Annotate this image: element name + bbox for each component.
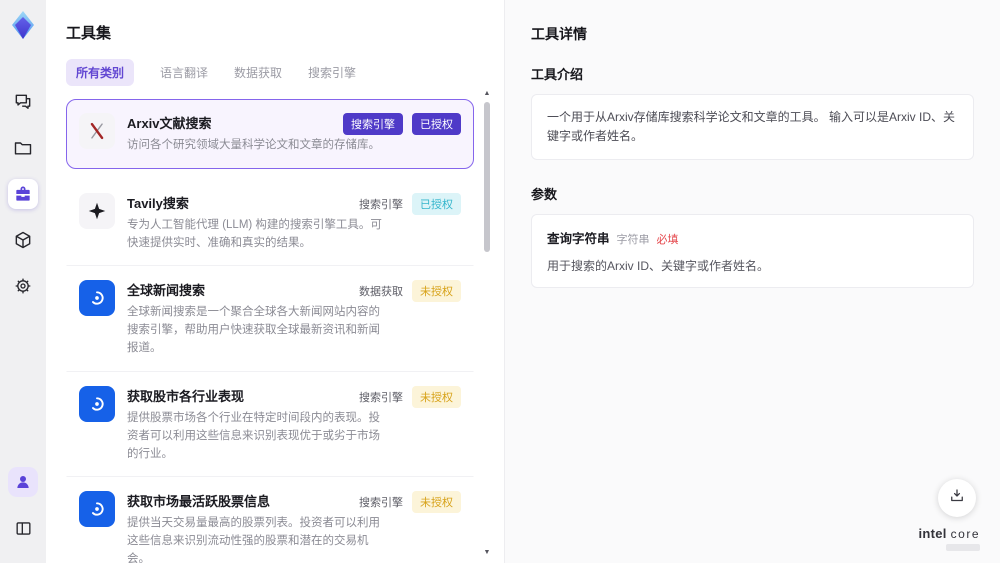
download-icon xyxy=(948,487,966,510)
category-badge: 搜索引擎 xyxy=(359,497,403,510)
tool-detail-panel: 工具详情 工具介绍 一个用于从Arxiv存储库搜索科学论文和文章的工具。 输入可… xyxy=(504,0,1000,563)
detail-title: 工具详情 xyxy=(531,26,587,42)
tool-card-sector-performance[interactable]: 获取股市各行业表现 提供股票市场各个行业在特定时间段内的表现。投资者可以利用这些… xyxy=(66,371,474,478)
intel-core-logo: intel core xyxy=(918,526,980,551)
panel-toggle-icon xyxy=(14,519,33,538)
chat-icon xyxy=(13,92,33,112)
logo-sub-bar xyxy=(946,544,980,551)
download-button[interactable] xyxy=(938,479,976,517)
tool-intro-box: 一个用于从Arxiv存储库搜索科学论文和文章的工具。 输入可以是Arxiv ID… xyxy=(531,94,974,161)
category-badge: 搜索引擎 xyxy=(359,391,403,404)
scroll-down-icon[interactable]: ▼ xyxy=(482,547,492,557)
sidebar-item-files[interactable] xyxy=(8,133,38,163)
tab-search-engine[interactable]: 搜索引擎 xyxy=(308,59,356,86)
tab-all-categories[interactable]: 所有类别 xyxy=(66,59,135,86)
category-badge: 数据获取 xyxy=(359,286,403,299)
tool-list-panel: 工具集 所有类别 语言翻译 数据获取 搜索引擎 Arxiv文献搜索 访问各个研究… xyxy=(46,0,504,563)
category-tabs: 所有类别 语言翻译 数据获取 搜索引擎 xyxy=(66,59,504,86)
tool-card-most-active-stocks[interactable]: 获取市场最活跃股票信息 提供当天交易量最高的股票列表。投资者可以利用这些信息来识… xyxy=(66,477,474,563)
app-window: 工具集 所有类别 语言翻译 数据获取 搜索引擎 Arxiv文献搜索 访问各个研究… xyxy=(0,0,1000,563)
tool-card-list: Arxiv文献搜索 访问各个研究领域大量科学论文和文章的存储库。 搜索引擎 已授… xyxy=(66,99,504,563)
tool-card-arxiv[interactable]: Arxiv文献搜索 访问各个研究领域大量科学论文和文章的存储库。 搜索引擎 已授… xyxy=(66,99,474,169)
sidebar-bottom-group xyxy=(8,459,38,551)
sidebar-item-settings[interactable] xyxy=(8,271,38,301)
intel-logo-text: intel xyxy=(918,526,947,541)
param-box: 查询字符串 字符串 必填 用于搜索的Arxiv ID、关键字或作者姓名。 xyxy=(531,214,974,289)
left-sidebar xyxy=(0,0,46,563)
user-icon xyxy=(14,473,32,491)
toolbox-icon xyxy=(13,184,33,204)
core-logo-text: core xyxy=(950,527,980,541)
category-badge: 搜索引擎 xyxy=(359,198,403,211)
tool-card-tavily[interactable]: Tavily搜索 专为人工智能代理 (LLM) 构建的搜索引擎工具。可快速提供实… xyxy=(66,178,474,267)
scroll-up-icon[interactable]: ▲ xyxy=(482,88,492,98)
category-badge: 搜索引擎 xyxy=(343,113,403,135)
gear-icon xyxy=(13,276,33,296)
auth-status-badge: 已授权 xyxy=(412,192,461,215)
tool-description: 提供股票市场各个行业在特定时间段内的表现。投资者可以利用这些信息来识别表现优于或… xyxy=(127,411,380,460)
list-scrollbar[interactable]: ▲ ▼ xyxy=(482,90,492,557)
param-name: 查询字符串 xyxy=(547,232,610,247)
auth-status-badge: 已授权 xyxy=(412,113,461,135)
tab-data-fetch[interactable]: 数据获取 xyxy=(234,59,282,86)
auth-status-badge: 未授权 xyxy=(412,385,461,408)
news-logo-icon xyxy=(79,280,115,317)
param-type: 字符串 xyxy=(616,234,650,247)
auth-status-badge: 未授权 xyxy=(412,280,461,303)
tab-translation[interactable]: 语言翻译 xyxy=(160,59,208,86)
param-description: 用于搜索的Arxiv ID、关键字或作者姓名。 xyxy=(547,259,770,274)
sidebar-item-tools[interactable] xyxy=(8,179,38,209)
sidebar-item-account[interactable] xyxy=(8,467,38,497)
auth-status-badge: 未授权 xyxy=(412,491,461,514)
sidebar-item-collapse[interactable] xyxy=(8,513,38,543)
sidebar-item-chat[interactable] xyxy=(8,87,38,117)
stock-logo-icon xyxy=(79,491,115,528)
sidebar-item-plugins[interactable] xyxy=(8,225,38,255)
tool-description: 访问各个研究领域大量科学论文和文章的存储库。 xyxy=(127,139,380,151)
cube-icon xyxy=(13,230,33,250)
tool-description: 专为人工智能代理 (LLM) 构建的搜索引擎工具。可快速提供实时、准确和真实的结… xyxy=(127,218,382,249)
param-required-flag: 必填 xyxy=(656,234,679,247)
scrollbar-thumb[interactable] xyxy=(484,102,490,252)
page-title: 工具集 xyxy=(66,25,112,42)
tool-description: 提供当天交易量最高的股票列表。投资者可以利用这些信息来识别流动性强的股票和潜在的… xyxy=(127,517,380,563)
tavily-star-icon xyxy=(79,192,115,229)
tool-card-global-news[interactable]: 全球新闻搜索 全球新闻搜索是一个聚合全球各大新闻网站内容的搜索引擎，帮助用户快速… xyxy=(66,266,474,372)
folder-icon xyxy=(13,138,33,158)
arxiv-logo-icon xyxy=(79,113,115,149)
stock-logo-icon xyxy=(79,385,115,422)
app-logo-icon xyxy=(7,9,39,41)
tool-description: 全球新闻搜索是一个聚合全球各大新闻网站内容的搜索引擎，帮助用户快速获取全球最新资… xyxy=(127,306,380,355)
params-section-title: 参数 xyxy=(531,187,558,203)
intro-section-title: 工具介绍 xyxy=(531,67,584,82)
